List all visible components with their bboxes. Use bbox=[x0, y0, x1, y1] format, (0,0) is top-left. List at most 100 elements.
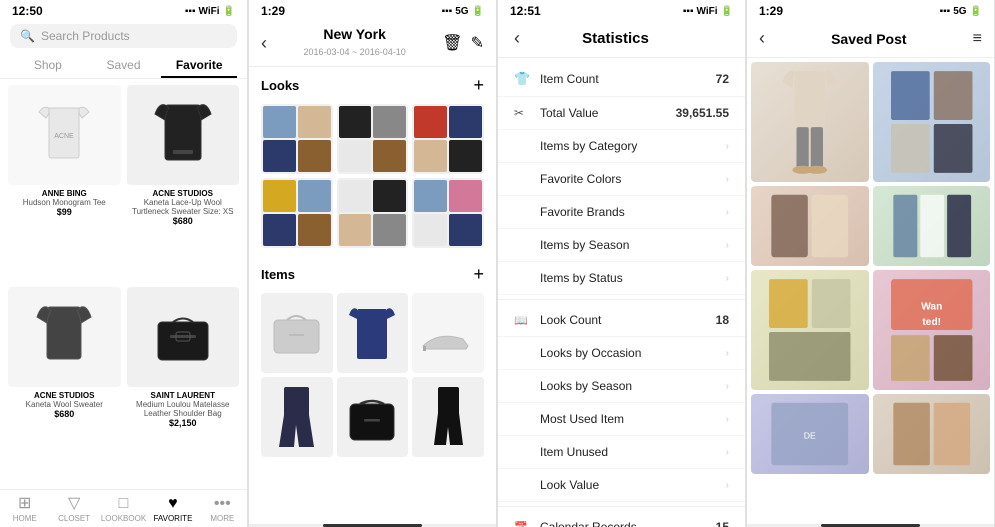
saved-post-item[interactable] bbox=[873, 62, 991, 182]
look-item[interactable] bbox=[337, 178, 409, 248]
stat-calendar-records[interactable]: 📅 Calendar Records 15 bbox=[498, 511, 745, 527]
item-thumb[interactable] bbox=[412, 293, 484, 373]
stat-value: 72 bbox=[716, 72, 729, 86]
stat-look-count[interactable]: 📖 Look Count 18 bbox=[498, 304, 745, 337]
battery-icon-3: 🔋 bbox=[721, 6, 733, 17]
saved-post-item[interactable]: DE bbox=[751, 394, 869, 474]
statistics-header: ‹ Statistics bbox=[498, 20, 745, 58]
wifi-icon: WiFi bbox=[199, 6, 220, 17]
saved-post-item[interactable]: Wan ted! bbox=[873, 270, 991, 390]
search-bar[interactable]: 🔍 Search Products bbox=[10, 24, 237, 48]
wifi-icon-3: WiFi bbox=[697, 6, 718, 17]
product-brand: ACNE STUDIOS bbox=[127, 189, 240, 198]
tab-favorite[interactable]: Favorite bbox=[161, 52, 237, 78]
item-thumb[interactable] bbox=[412, 377, 484, 457]
tab-shop[interactable]: Shop bbox=[10, 52, 86, 78]
signal-icon: ▪▪▪ bbox=[185, 6, 196, 17]
status-icons-2: ▪▪▪ 5G 🔋 bbox=[442, 6, 484, 17]
stat-item-count[interactable]: 👕 Item Count 72 bbox=[498, 62, 745, 97]
stat-fav-brands[interactable]: Favorite Brands › bbox=[498, 196, 745, 229]
looks-title: Looks bbox=[261, 78, 299, 93]
saved-post-item[interactable] bbox=[751, 270, 869, 390]
look-item[interactable] bbox=[261, 104, 333, 174]
product-item[interactable]: ACNE STUDIOS Kaneta Lace-Up Wool Turtlen… bbox=[127, 85, 240, 281]
stat-items-category[interactable]: Items by Category › bbox=[498, 130, 745, 163]
book-icon: 📖 bbox=[514, 314, 530, 327]
saved-post-item[interactable] bbox=[751, 62, 869, 182]
nav-lookbook[interactable]: □ LOOKBOOK bbox=[99, 496, 148, 523]
back-button-2[interactable]: ‹ bbox=[261, 33, 267, 54]
delete-button[interactable]: 🗑 bbox=[442, 33, 462, 53]
tab-saved[interactable]: Saved bbox=[86, 52, 162, 78]
statistics-content: 👕 Item Count 72 ✂ Total Value 39,651.55 … bbox=[498, 58, 745, 527]
nav-more-label: MORE bbox=[210, 514, 234, 523]
looks-section-header: Looks + bbox=[261, 75, 484, 96]
product-image bbox=[127, 287, 240, 387]
stat-label: Total Value bbox=[540, 106, 676, 120]
outfit-visual bbox=[751, 62, 869, 182]
lookbook-icon: □ bbox=[119, 496, 129, 512]
stat-value: 15 bbox=[716, 520, 729, 527]
look-item[interactable] bbox=[412, 104, 484, 174]
stat-fav-colors[interactable]: Favorite Colors › bbox=[498, 163, 745, 196]
nav-more[interactable]: ••• MORE bbox=[198, 496, 247, 523]
newyork-date-range: 2016-03-04 ~ 2016-04-10 bbox=[303, 47, 405, 57]
back-button-4[interactable]: ‹ bbox=[759, 28, 765, 49]
stat-label: Favorite Brands bbox=[540, 205, 726, 219]
product-image bbox=[127, 85, 240, 185]
scissors-icon: ✂ bbox=[514, 106, 530, 120]
chevron-icon: › bbox=[726, 174, 729, 185]
nav-closet[interactable]: ▽ CLOSET bbox=[49, 496, 98, 523]
search-icon: 🔍 bbox=[20, 29, 35, 43]
item-thumb[interactable] bbox=[337, 377, 409, 457]
nav-home[interactable]: ⊞ HOME bbox=[0, 496, 49, 523]
saved-post-item[interactable] bbox=[873, 186, 991, 266]
item-thumb[interactable] bbox=[261, 293, 333, 373]
5g-icon: 5G bbox=[455, 6, 468, 17]
product-info: ANNE BING Hudson Monogram Tee $99 bbox=[23, 189, 106, 217]
item-thumb[interactable] bbox=[261, 377, 333, 457]
product-item[interactable]: SAINT LAURENT Medium Loulou Matelasse Le… bbox=[127, 287, 240, 483]
look-item[interactable] bbox=[412, 178, 484, 248]
looks-add-button[interactable]: + bbox=[473, 75, 484, 96]
stat-label: Looks by Occasion bbox=[540, 346, 726, 360]
items-title: Items bbox=[261, 267, 295, 282]
stat-looks-occasion[interactable]: Looks by Occasion › bbox=[498, 337, 745, 370]
chevron-icon: › bbox=[726, 447, 729, 458]
product-item[interactable]: ACNE ANNE BING Hudson Monogram Tee $99 bbox=[8, 85, 121, 281]
stat-value: 39,651.55 bbox=[676, 106, 729, 120]
item-thumb[interactable] bbox=[337, 293, 409, 373]
chevron-icon: › bbox=[726, 348, 729, 359]
chevron-icon: › bbox=[726, 480, 729, 491]
menu-icon[interactable]: ≡ bbox=[973, 30, 982, 48]
product-info: SAINT LAURENT Medium Loulou Matelasse Le… bbox=[127, 391, 240, 428]
product-item[interactable]: ACNE STUDIOS Kaneta Wool Sweater $680 bbox=[8, 287, 121, 483]
product-image: ACNE bbox=[8, 85, 121, 185]
time-2: 1:29 bbox=[261, 4, 285, 18]
stat-looks-season[interactable]: Looks by Season › bbox=[498, 370, 745, 403]
stat-label: Items by Season bbox=[540, 238, 726, 252]
product-price: $2,150 bbox=[127, 418, 240, 428]
nav-favorite[interactable]: ♥ FAVORITE bbox=[148, 496, 197, 523]
stat-items-season[interactable]: Items by Season › bbox=[498, 229, 745, 262]
stat-total-value[interactable]: ✂ Total Value 39,651.55 bbox=[498, 97, 745, 130]
stat-most-used-item[interactable]: Most Used Item › bbox=[498, 403, 745, 436]
product-price: $680 bbox=[26, 409, 103, 419]
edit-button[interactable]: ✎ bbox=[471, 33, 484, 53]
time-1: 12:50 bbox=[12, 4, 43, 18]
saved-post-item[interactable] bbox=[873, 394, 991, 474]
product-name: Medium Loulou Matelasse Leather Shoulder… bbox=[127, 400, 240, 418]
items-add-button[interactable]: + bbox=[473, 264, 484, 285]
stat-items-status[interactable]: Items by Status › bbox=[498, 262, 745, 295]
look-item[interactable] bbox=[261, 178, 333, 248]
items-grid bbox=[261, 293, 484, 457]
saved-post-item[interactable] bbox=[751, 186, 869, 266]
look-stats-group: 📖 Look Count 18 Looks by Occasion › Look… bbox=[498, 300, 745, 507]
stat-label: Most Used Item bbox=[540, 412, 726, 426]
look-item[interactable] bbox=[337, 104, 409, 174]
product-info: ACNE STUDIOS Kaneta Wool Sweater $680 bbox=[26, 391, 103, 419]
stat-label: Calendar Records bbox=[540, 520, 716, 527]
stat-item-unused[interactable]: Item Unused › bbox=[498, 436, 745, 469]
stat-look-value[interactable]: Look Value › bbox=[498, 469, 745, 502]
chevron-icon: › bbox=[726, 273, 729, 284]
